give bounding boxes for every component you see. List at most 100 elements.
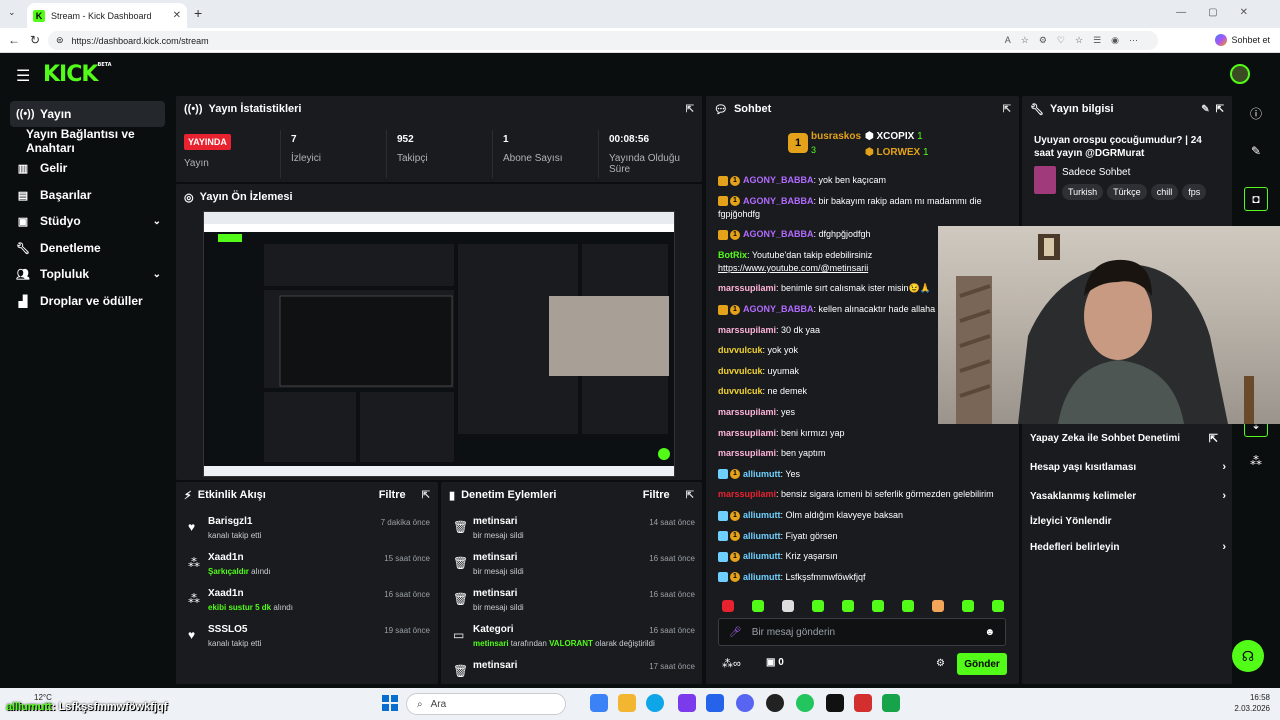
chat-username[interactable]: AGONY_BABBA	[743, 175, 814, 185]
app-icon[interactable]	[590, 694, 608, 712]
sidebar-item-gelir[interactable]: ▥ Gelir	[10, 155, 165, 181]
close-tab-icon[interactable]: ✕	[173, 10, 181, 21]
taskbar-clock[interactable]: 16:58 2.03.2026	[1230, 692, 1270, 714]
info-icon[interactable]: ⓘ	[1244, 101, 1268, 125]
chevron-down-icon[interactable]: ⌄	[153, 216, 161, 227]
leader-name[interactable]: ⬢ LORWEX 1	[865, 147, 929, 158]
chat-username[interactable]: marssupilami	[718, 283, 776, 293]
tag[interactable]: Turkish	[1062, 184, 1104, 200]
channel-points-icon[interactable]: ⁂∞	[722, 657, 741, 670]
chat-username[interactable]: marssupilami	[718, 325, 776, 335]
mail-icon[interactable]	[706, 694, 724, 712]
folder-icon[interactable]	[618, 694, 636, 712]
chat-username[interactable]: marssupilami	[718, 428, 776, 438]
send-button[interactable]: Gönder	[957, 653, 1007, 675]
popout-icon[interactable]: ⇱	[1003, 104, 1011, 115]
chevron-down-icon[interactable]: ⌄	[153, 269, 161, 280]
category-name[interactable]: Sadece Sohbet	[1062, 167, 1130, 178]
sidebar-item-droplar[interactable]: ▟ Droplar ve ödüller	[10, 288, 165, 314]
chat-username[interactable]: marssupilami	[718, 407, 776, 417]
edge-icon[interactable]	[646, 694, 664, 712]
account-age-link[interactable]: Hesap yaşı kısıtlaması ›	[1030, 461, 1226, 473]
leader-name[interactable]: ⬢ XCOPIX 1	[865, 131, 923, 142]
chat-username[interactable]: alliumutt	[743, 469, 781, 479]
taskbar-search[interactable]: ⌕ Ara	[406, 693, 566, 715]
sidebar-item-denetleme[interactable]: 🔧︎ Denetleme	[10, 235, 165, 261]
sidebar-item-yayin-baglantisi[interactable]: Yayın Bağlantısı ve Anahtarı	[10, 127, 165, 155]
mod-user[interactable]: metinsari	[473, 660, 517, 671]
pencil-icon[interactable]: ✎	[1244, 139, 1268, 163]
stream-preview-video[interactable]	[203, 211, 675, 477]
browser-tab[interactable]: K Stream - Kick Dashboard ✕	[27, 3, 187, 28]
chat-username[interactable]: AGONY_BABBA	[743, 304, 814, 314]
activity-user[interactable]: Xaad1n	[208, 552, 244, 563]
user-avatar[interactable]	[1230, 64, 1250, 84]
sidebar-item-studyo[interactable]: ▣ Stüdyo ⌄	[10, 208, 165, 234]
banned-words-link[interactable]: Yasaklanmış kelimeler ›	[1030, 490, 1226, 502]
chat-link[interactable]: https://www.youtube.com/@metinsarii	[718, 263, 868, 273]
new-tab-icon[interactable]: +	[194, 5, 202, 21]
epic-games-icon[interactable]	[826, 694, 844, 712]
chat-username[interactable]: duvvulcuk	[718, 345, 763, 355]
tag[interactable]: fps	[1182, 184, 1207, 200]
emote-icon[interactable]	[722, 600, 734, 612]
sidebar-item-basarilar[interactable]: ▤ Başarılar	[10, 182, 165, 208]
popout-icon[interactable]: ⇱	[422, 490, 430, 501]
reload-icon[interactable]: ↻	[30, 33, 40, 47]
popout-icon[interactable]: ⇱	[686, 104, 694, 115]
sidebar-item-yayin[interactable]: ((•)) Yayın	[10, 101, 165, 127]
chat-settings-icon[interactable]: ⚙	[936, 658, 945, 669]
tab-list-icon[interactable]: ⌄	[8, 7, 16, 18]
sidebar-item-topluluk[interactable]: 👥︎ Topluluk ⌄	[10, 261, 165, 287]
leader-name[interactable]: busraskos	[811, 131, 861, 142]
back-icon[interactable]: ←	[8, 33, 20, 47]
steam-icon[interactable]	[766, 694, 784, 712]
tag[interactable]: chill	[1150, 184, 1179, 200]
emote-icon[interactable]	[902, 600, 914, 612]
discord-icon[interactable]	[736, 694, 754, 712]
activity-user[interactable]: SSSLO5	[208, 624, 247, 635]
xbox-icon[interactable]	[882, 694, 900, 712]
points-display[interactable]: ▣ 0	[766, 657, 784, 668]
url-field[interactable]: ⊜ https://dashboard.kick.com/stream A☆⚙♡…	[48, 31, 1158, 50]
app-icon[interactable]	[678, 694, 696, 712]
hamburger-menu-icon[interactable]: ☰	[16, 66, 30, 86]
chat-username[interactable]: AGONY_BABBA	[743, 196, 814, 206]
site-info-icon[interactable]: ⊜	[56, 35, 64, 46]
chat-username[interactable]: alliumutt	[743, 531, 781, 541]
popout-icon[interactable]: ⇱	[1216, 104, 1224, 115]
chat-username[interactable]: marssupilami	[718, 448, 776, 458]
chat-username[interactable]: AGONY_BABBA	[743, 229, 814, 239]
browser-toolbar-icons[interactable]: A☆⚙♡☆☰◉⋯	[1005, 35, 1148, 46]
support-headset-icon[interactable]: ☊	[1232, 640, 1264, 672]
copilot-button[interactable]: Sohbet et	[1215, 34, 1270, 46]
chat-username[interactable]: duvvulcuk	[718, 366, 763, 376]
ai-moderation-link[interactable]: Yapay Zeka ile Sohbet Denetimi ⇱	[1030, 432, 1226, 445]
chat-username[interactable]: alliumutt	[743, 572, 781, 582]
activity-user[interactable]: Xaad1n	[208, 588, 244, 599]
rewards-icon[interactable]: ⁂	[1244, 449, 1268, 473]
emote-icon[interactable]	[842, 600, 854, 612]
tag[interactable]: Türkçe	[1107, 184, 1147, 200]
filter-button[interactable]: Filtre	[643, 489, 670, 501]
filter-button[interactable]: Filtre	[379, 489, 406, 501]
chat-username[interactable]: marssupilami	[718, 489, 776, 499]
goals-link[interactable]: Hedefleri belirleyin ›	[1030, 541, 1226, 553]
edit-icon[interactable]: ✎	[1201, 104, 1209, 115]
activity-user[interactable]: Barisgzl1	[208, 516, 252, 527]
emote-icon[interactable]	[752, 600, 764, 612]
mic-icon[interactable]: 🎤︎	[729, 627, 742, 638]
voicemeeter-icon[interactable]	[854, 694, 872, 712]
emote-icon[interactable]	[782, 600, 794, 612]
chat-input[interactable]: 🎤︎ Bir mesaj gönderin ☻	[718, 618, 1006, 646]
kick-logo[interactable]: KICKBETA	[43, 62, 112, 87]
emote-icon[interactable]	[812, 600, 824, 612]
emoji-icon[interactable]: ☻	[984, 627, 995, 638]
chat-username[interactable]: BotRix	[718, 250, 747, 260]
mod-user[interactable]: metinsari	[473, 588, 517, 599]
mod-desc-user[interactable]: metinsari	[473, 639, 509, 648]
emote-icon[interactable]	[872, 600, 884, 612]
mod-user[interactable]: metinsari	[473, 552, 517, 563]
raid-link[interactable]: İzleyici Yönlendir	[1030, 516, 1226, 527]
emote-icon[interactable]	[962, 600, 974, 612]
